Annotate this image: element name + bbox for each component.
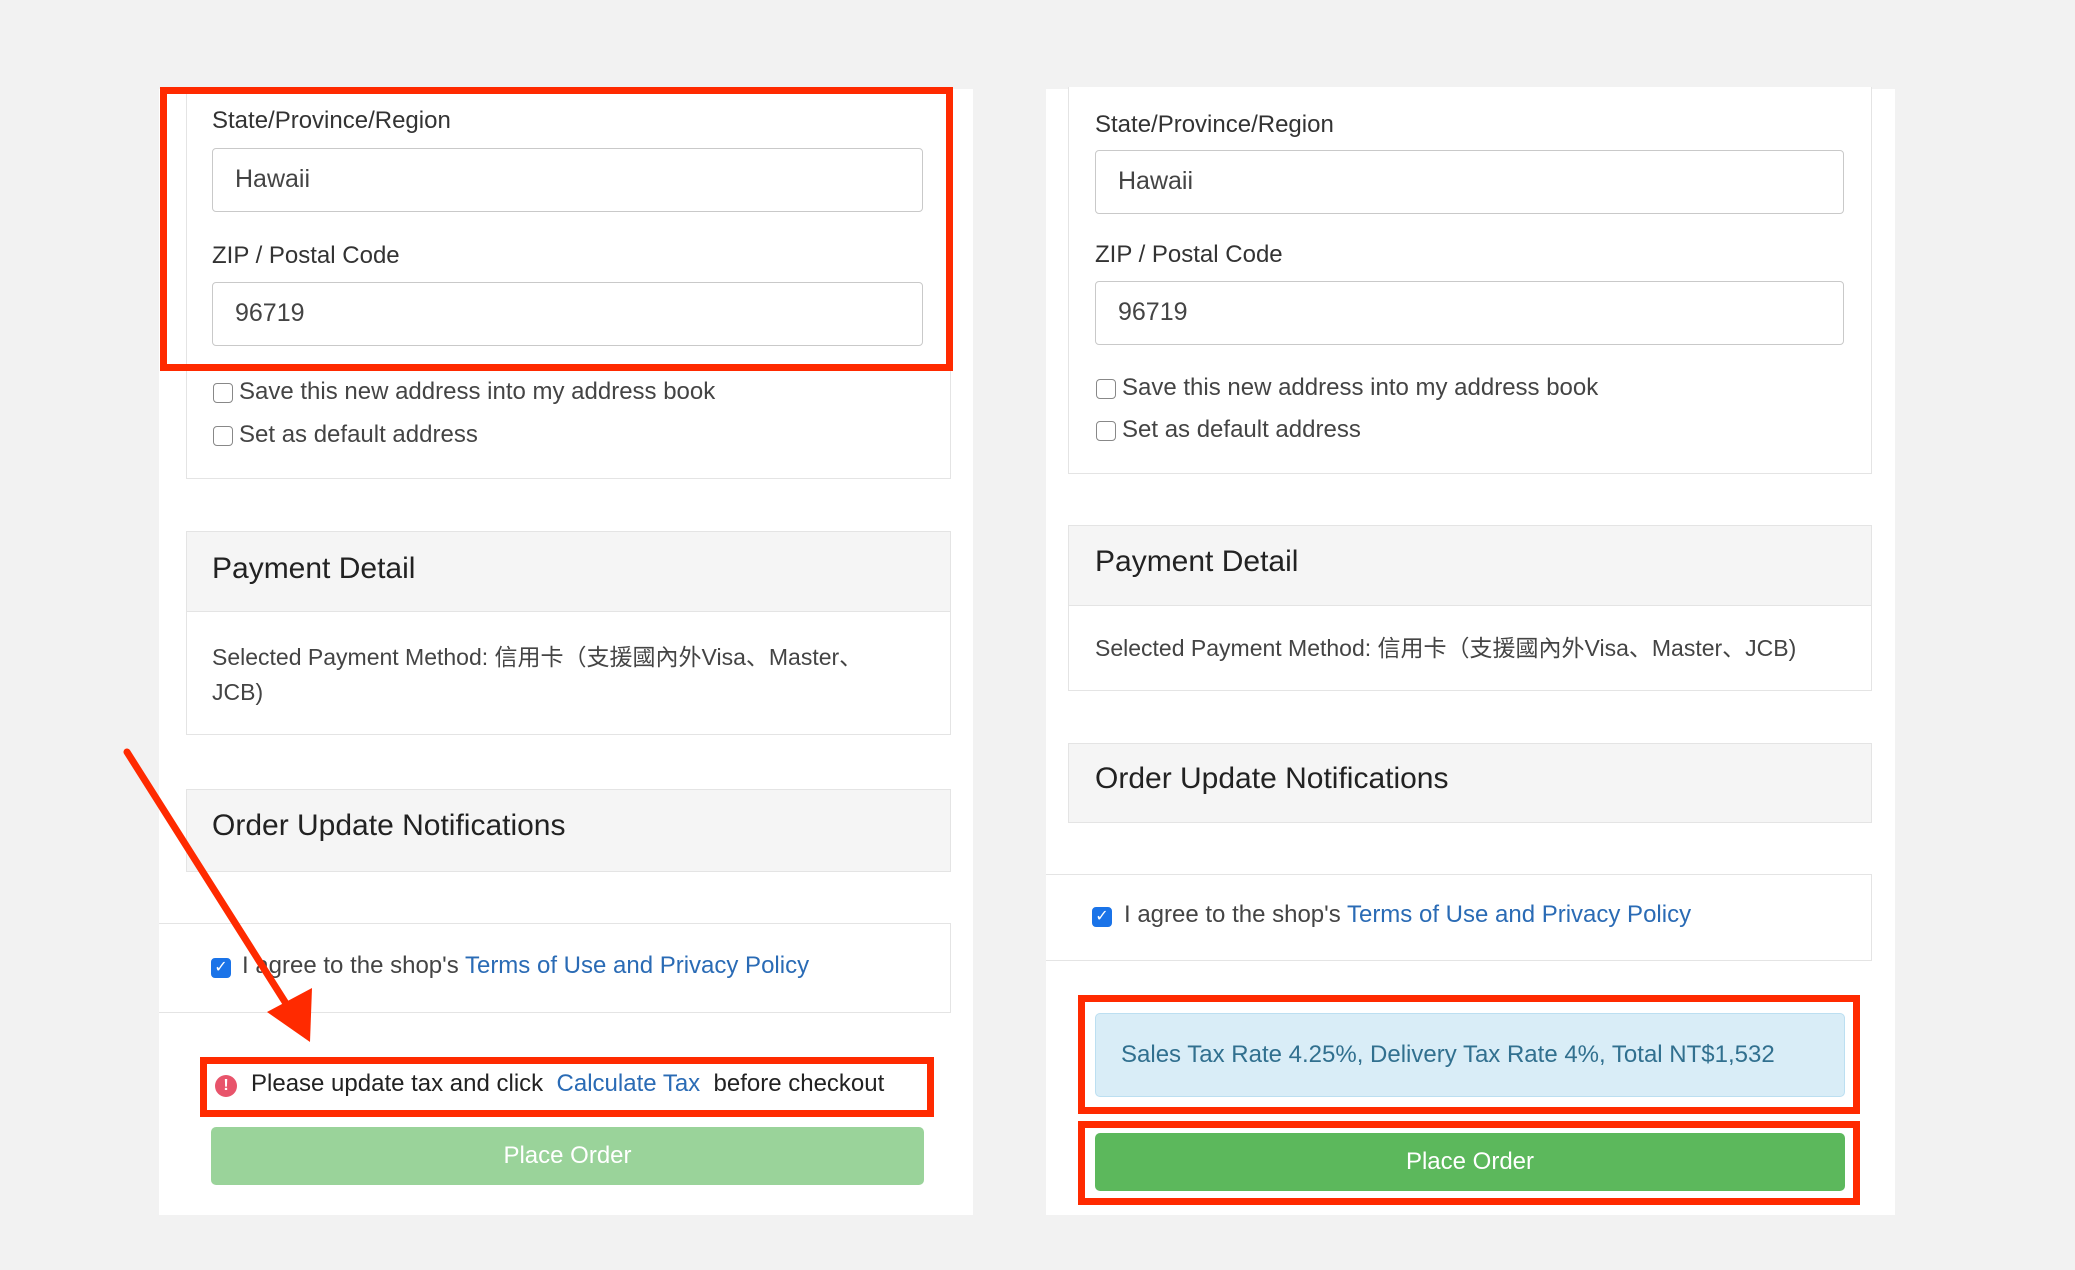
terms-link[interactable]: Terms of Use and Privacy Policy	[1347, 901, 1691, 928]
agree-terms-checkbox[interactable]: ✓	[211, 958, 231, 978]
zip-label: ZIP / Postal Code	[1095, 241, 1283, 268]
checkout-panel-right: State/Province/Region Hawaii ZIP / Posta…	[1046, 87, 1895, 1215]
zip-input[interactable]: 96719	[212, 282, 923, 346]
calculate-tax-link[interactable]: Calculate Tax	[557, 1070, 701, 1097]
place-order-button-disabled[interactable]: Place Order	[211, 1127, 924, 1185]
default-address-checkbox[interactable]	[1096, 421, 1116, 441]
agree-terms-checkbox[interactable]: ✓	[1092, 907, 1112, 927]
agree-prefix: I agree to the shop's	[242, 952, 465, 979]
agree-terms-text: I agree to the shop's Terms of Use and P…	[1124, 901, 1691, 929]
default-address-checkbox[interactable]	[213, 426, 233, 446]
place-order-button[interactable]: Place Order	[1095, 1133, 1845, 1191]
state-input[interactable]: Hawaii	[212, 148, 923, 212]
checkout-panel-left: State/Province/Region Hawaii ZIP / Posta…	[159, 87, 973, 1215]
order-notifications-title: Order Update Notifications	[212, 809, 566, 842]
save-address-label: Save this new address into my address bo…	[239, 378, 716, 405]
payment-detail-title: Payment Detail	[212, 552, 416, 585]
payment-method-line: Selected Payment Method: 信用卡（支援國內外Visa、M…	[1095, 635, 1797, 661]
tax-info-text: Sales Tax Rate 4.25%, Delivery Tax Rate …	[1121, 1041, 1775, 1068]
default-address-label: Set as default address	[1122, 416, 1361, 443]
state-label: State/Province/Region	[212, 107, 451, 134]
save-address-checkbox[interactable]	[1096, 379, 1116, 399]
warning-suffix: before checkout	[706, 1070, 885, 1097]
save-address-checkbox[interactable]	[213, 383, 233, 403]
tax-warning-text: Please update tax and click Calculate Ta…	[251, 1070, 884, 1098]
payment-method-line2: JCB)	[212, 679, 264, 705]
state-input[interactable]: Hawaii	[1095, 150, 1844, 214]
payment-detail-title: Payment Detail	[1095, 545, 1299, 578]
zip-input[interactable]: 96719	[1095, 281, 1844, 345]
state-label: State/Province/Region	[1095, 111, 1334, 138]
warning-icon: !	[215, 1075, 237, 1097]
warning-prefix: Please update tax and click	[251, 1070, 550, 1097]
zip-label: ZIP / Postal Code	[212, 242, 400, 269]
payment-method-line1: Selected Payment Method: 信用卡（支援國內外Visa、M…	[212, 644, 863, 670]
save-address-label: Save this new address into my address bo…	[1122, 374, 1599, 401]
default-address-label: Set as default address	[239, 421, 478, 448]
order-notifications-title: Order Update Notifications	[1095, 762, 1449, 795]
agree-prefix: I agree to the shop's	[1124, 901, 1347, 928]
agree-terms-text: I agree to the shop's Terms of Use and P…	[242, 952, 809, 980]
terms-link[interactable]: Terms of Use and Privacy Policy	[465, 952, 809, 979]
